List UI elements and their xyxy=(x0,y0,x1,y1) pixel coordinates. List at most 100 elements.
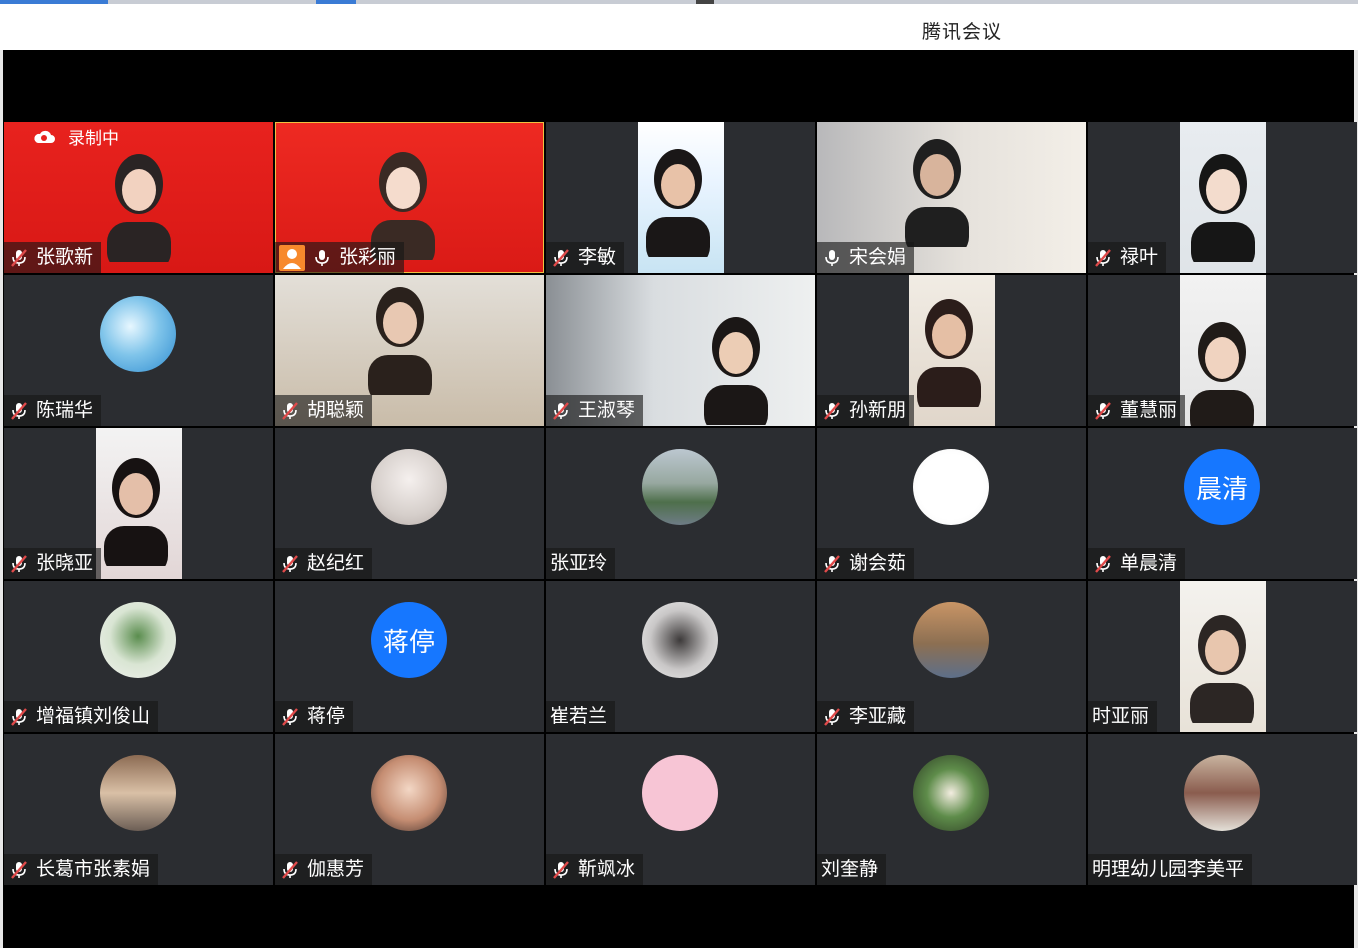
app-title: 腾讯会议 xyxy=(922,21,1003,43)
participant-name-tag: 蒋停 xyxy=(275,701,354,732)
participant-tile[interactable]: 张晓亚 xyxy=(4,428,273,579)
mic-muted-icon xyxy=(824,554,840,573)
person-silhouette xyxy=(917,299,981,407)
participant-avatar xyxy=(371,755,447,831)
mic-muted-icon xyxy=(11,401,27,420)
participant-name: 单晨清 xyxy=(1120,552,1178,574)
participant-name: 崔若兰 xyxy=(550,705,608,727)
participant-tile[interactable]: 谢会茹 xyxy=(817,428,1086,579)
mic-on-icon xyxy=(315,249,329,266)
participant-name-tag: 李亚藏 xyxy=(817,701,915,732)
mic-muted-icon xyxy=(282,860,298,879)
participant-name-tag: 宋会娟 xyxy=(817,242,915,273)
participant-name-tag: 靳飒冰 xyxy=(546,854,644,885)
participant-tile[interactable]: 李亚藏 xyxy=(817,581,1086,732)
cloud-record-icon xyxy=(34,130,55,143)
participant-tile[interactable]: 孙新朋 xyxy=(817,275,1086,426)
participant-name-tag: 单晨清 xyxy=(1088,548,1186,579)
mic-muted-icon xyxy=(282,554,298,573)
participant-tile[interactable]: 刘奎静 xyxy=(817,734,1086,885)
title-bar: 腾讯会议 xyxy=(0,4,1358,50)
participant-avatar xyxy=(913,602,989,678)
participant-name: 谢会茹 xyxy=(849,552,907,574)
mic-muted-icon xyxy=(1095,554,1111,573)
person-silhouette xyxy=(1190,322,1254,426)
participant-tile[interactable]: 张亚玲 xyxy=(546,428,815,579)
participant-name: 董慧丽 xyxy=(1120,399,1178,421)
recording-label: 录制中 xyxy=(68,129,119,149)
participant-tile[interactable]: 伽惠芳 xyxy=(275,734,544,885)
host-icon xyxy=(279,244,305,271)
participant-name: 禄叶 xyxy=(1120,246,1159,268)
participant-tile[interactable]: 明理幼儿园李美平 xyxy=(1088,734,1357,885)
participant-name-tag: 刘奎静 xyxy=(817,854,887,885)
participant-tile[interactable]: 靳飒冰 xyxy=(546,734,815,885)
participant-tile[interactable]: 李敏 xyxy=(546,122,815,273)
participant-avatar: 晨清 xyxy=(1184,449,1260,525)
participant-tile[interactable]: 张彩丽 xyxy=(275,122,544,273)
mic-muted-icon xyxy=(282,707,298,726)
mic-muted-icon xyxy=(11,707,27,726)
participant-name: 胡聪颖 xyxy=(307,399,365,421)
participant-name: 张歌新 xyxy=(36,246,94,268)
participant-tile[interactable]: 董慧丽 xyxy=(1088,275,1357,426)
participant-name-tag: 张彩丽 xyxy=(275,242,405,273)
mic-muted-icon xyxy=(824,401,840,420)
participant-name-tag: 谢会茹 xyxy=(817,548,915,579)
participant-tile[interactable]: 禄叶 xyxy=(1088,122,1357,273)
participant-tile[interactable]: 王淑琴 xyxy=(546,275,815,426)
participant-name: 时亚丽 xyxy=(1092,705,1150,727)
participant-name-tag: 禄叶 xyxy=(1088,242,1167,273)
participant-name: 陈瑞华 xyxy=(36,399,94,421)
video-feed xyxy=(96,428,182,579)
participant-name-tag: 张歌新 xyxy=(4,242,102,273)
participant-avatar xyxy=(100,755,176,831)
person-silhouette xyxy=(368,287,432,395)
participant-tile[interactable]: 增福镇刘俊山 xyxy=(4,581,273,732)
participant-name: 宋会娟 xyxy=(849,246,907,268)
participant-tile[interactable]: 陈瑞华 xyxy=(4,275,273,426)
participant-name-tag: 董慧丽 xyxy=(1088,395,1186,426)
participant-tile[interactable]: 蒋停 蒋停 xyxy=(275,581,544,732)
person-silhouette xyxy=(646,149,710,257)
participant-name: 张亚玲 xyxy=(550,552,608,574)
participant-avatar xyxy=(100,296,176,372)
participant-name: 张晓亚 xyxy=(36,552,94,574)
video-stage: 录制中 张歌新 张彩丽 李敏 宋会娟 禄叶 陈瑞华 胡聪颖 王淑琴 孙新朋 董慧丽 张晓亚 赵纪红 张亚玲… xyxy=(3,50,1357,948)
mic-muted-icon xyxy=(282,401,298,420)
participant-name-tag: 崔若兰 xyxy=(546,701,616,732)
participant-tile[interactable]: 时亚丽 xyxy=(1088,581,1357,732)
participant-name-tag: 张亚玲 xyxy=(546,548,616,579)
participant-tile[interactable]: 宋会娟 xyxy=(817,122,1086,273)
participant-name: 长葛市张素娟 xyxy=(36,858,151,880)
participant-tile[interactable]: 胡聪颖 xyxy=(275,275,544,426)
participant-avatar xyxy=(1184,755,1260,831)
person-silhouette xyxy=(1190,615,1254,723)
mic-muted-icon xyxy=(11,860,27,879)
participant-tile[interactable]: 录制中张歌新 xyxy=(4,122,273,273)
participant-name-tag: 张晓亚 xyxy=(4,548,102,579)
participant-tile[interactable]: 长葛市张素娟 xyxy=(4,734,273,885)
participant-name: 孙新朋 xyxy=(849,399,907,421)
participant-name: 明理幼儿园李美平 xyxy=(1092,858,1245,880)
participant-tile[interactable]: 赵纪红 xyxy=(275,428,544,579)
participant-name-tag: 明理幼儿园李美平 xyxy=(1088,854,1253,885)
mic-muted-icon xyxy=(553,401,569,420)
video-feed xyxy=(1180,581,1266,732)
recording-indicator: 录制中 xyxy=(32,124,119,149)
participant-name-tag: 增福镇刘俊山 xyxy=(4,701,159,732)
mic-muted-icon xyxy=(11,248,27,267)
participant-name-tag: 伽惠芳 xyxy=(275,854,373,885)
person-silhouette xyxy=(1191,154,1255,262)
participant-name-tag: 胡聪颖 xyxy=(275,395,373,426)
participant-tile[interactable]: 崔若兰 xyxy=(546,581,815,732)
mic-muted-icon xyxy=(1095,401,1111,420)
participant-name: 赵纪红 xyxy=(307,552,365,574)
person-silhouette xyxy=(905,139,969,247)
video-feed xyxy=(909,275,995,426)
participant-avatar xyxy=(913,449,989,525)
participant-name-tag: 时亚丽 xyxy=(1088,701,1158,732)
participant-name: 刘奎静 xyxy=(821,858,879,880)
participant-tile[interactable]: 晨清单晨清 xyxy=(1088,428,1357,579)
mic-muted-icon xyxy=(1095,248,1111,267)
